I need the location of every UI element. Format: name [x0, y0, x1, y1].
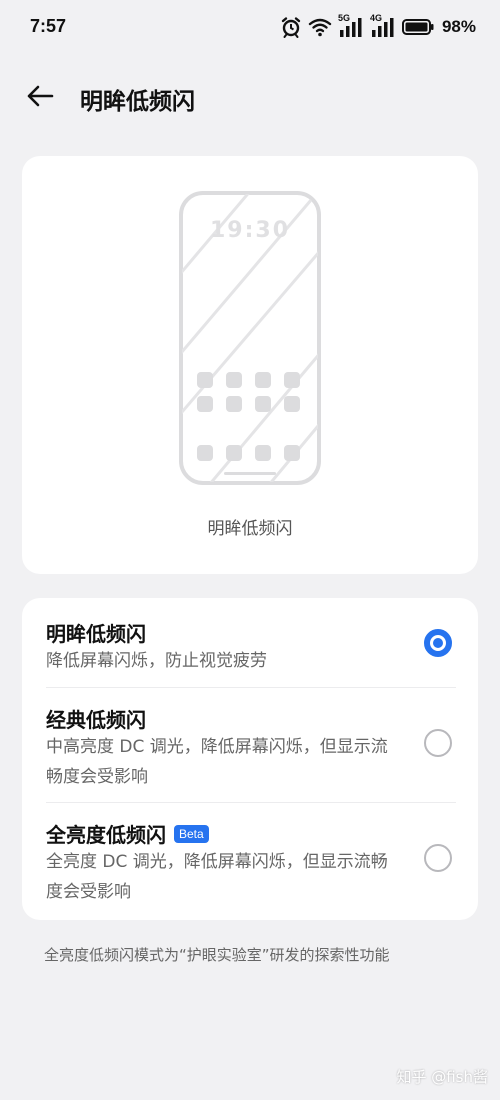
option-full-brightness-low-flicker[interactable]: 全亮度低频闪 Beta 全亮度 DC 调光，降低屏幕闪烁，但显示流畅度会受影响: [22, 803, 478, 920]
option-classic-low-flicker[interactable]: 经典低频闪 中高亮度 DC 调光，降低屏幕闪烁，但显示流畅度会受影响: [22, 688, 478, 802]
wifi-icon: [308, 17, 332, 37]
battery-icon: [401, 19, 434, 35]
option-description: 全亮度 DC 调光，降低屏幕闪烁，但显示流畅度会受影响: [46, 852, 388, 902]
alarm-icon: [280, 16, 302, 38]
page-title: 明眸低频闪: [80, 89, 195, 115]
option-description: 降低屏幕闪烁，防止视觉疲劳: [46, 651, 267, 671]
preview-clock: 19:30: [209, 218, 291, 243]
option-title: 经典低频闪: [46, 708, 146, 732]
option-bright-eye-low-flicker[interactable]: 明眸低频闪 降低屏幕闪烁，防止视觉疲劳: [22, 598, 478, 688]
option-title: 明眸低频闪: [46, 622, 146, 646]
flicker-mode-options: 明眸低频闪 降低屏幕闪烁，防止视觉疲劳 经典低频闪 中高亮度 DC 调光，降低屏…: [22, 598, 478, 920]
status-time: 7:57: [30, 16, 67, 36]
watermark: 知乎 @fish酱: [396, 1068, 488, 1086]
radio-unselected[interactable]: [424, 729, 452, 757]
option-title-wrap: 明眸低频闪: [46, 618, 146, 647]
option-title-wrap: 经典低频闪: [46, 704, 146, 733]
option-title-wrap: 全亮度低频闪 Beta: [46, 819, 209, 848]
battery-percentage: 98%: [441, 17, 476, 36]
status-bar: 7:57 5G 4G 98%: [0, 0, 500, 56]
beta-badge: Beta: [174, 824, 209, 843]
radio-selected[interactable]: [424, 629, 452, 657]
footnote: 全亮度低频闪模式为“护眼实验室”研发的探索性功能: [44, 946, 390, 964]
phone-preview-illustration: 19:30: [178, 190, 322, 486]
arrow-left-icon: [26, 85, 54, 111]
cellular-4g-icon: 4G: [370, 13, 396, 39]
back-button[interactable]: [20, 80, 60, 116]
option-title: 全亮度低频闪: [46, 823, 166, 847]
preview-caption: 明眸低频闪: [207, 519, 293, 539]
option-description: 中高亮度 DC 调光，降低屏幕闪烁，但显示流畅度会受影响: [46, 737, 388, 787]
cellular-5g-icon: 5G: [338, 13, 364, 39]
status-icons: 5G 4G 98%: [280, 13, 476, 40]
radio-unselected[interactable]: [424, 844, 452, 872]
preview-card: 19:30 明眸低频闪: [22, 156, 478, 574]
header: 明眸低频闪: [0, 72, 500, 124]
